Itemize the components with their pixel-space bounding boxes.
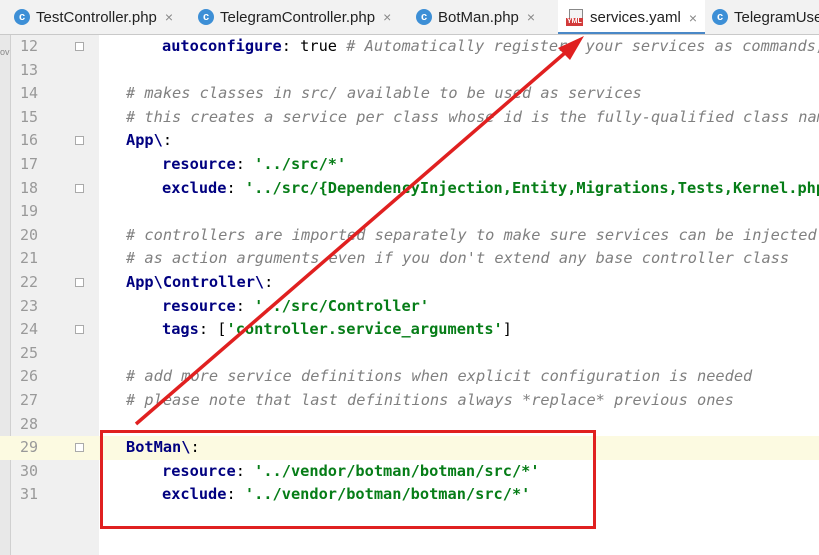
annotation-arrow (134, 36, 584, 426)
